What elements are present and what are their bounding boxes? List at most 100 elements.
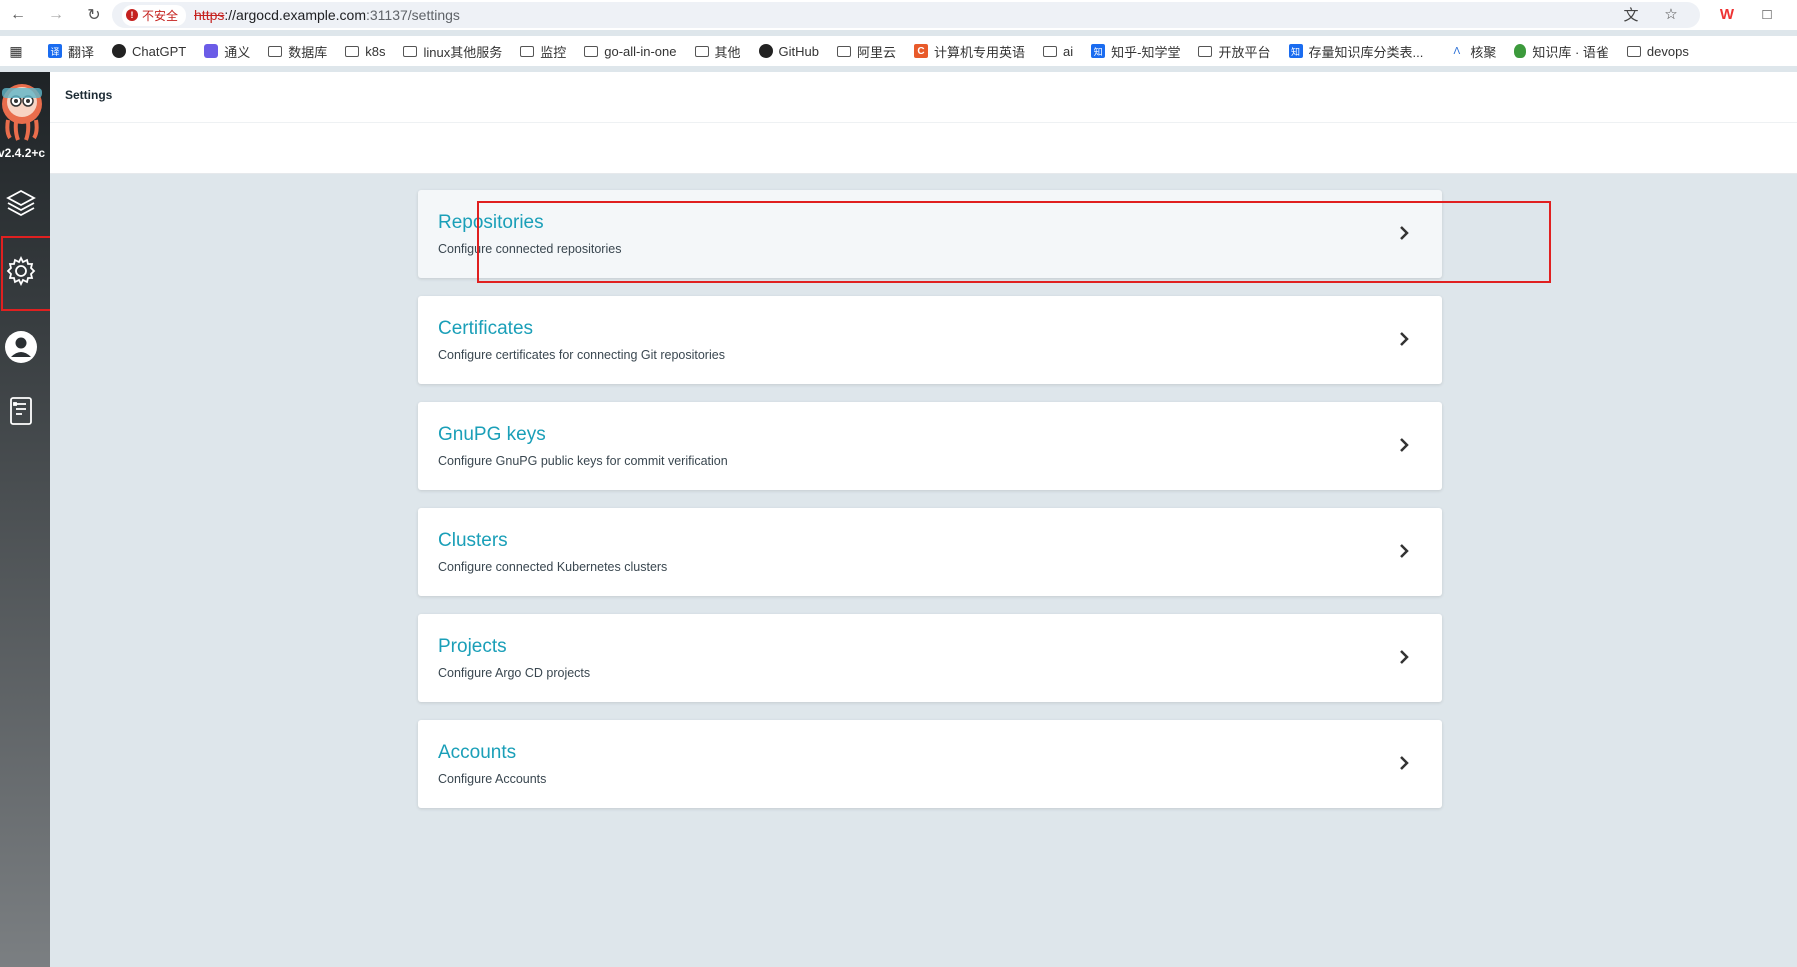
- forward-icon[interactable]: →: [46, 5, 66, 25]
- address-bar[interactable]: ! 不安全 https://argocd.example.com:31137/se…: [112, 2, 1700, 28]
- folder-icon: [1198, 45, 1213, 57]
- bookmark-item[interactable]: GitHub: [758, 43, 819, 59]
- bookmark-item[interactable]: 监控: [520, 42, 566, 61]
- translate-icon: 译: [48, 44, 62, 58]
- folder-icon: [403, 45, 418, 57]
- bookmark-item[interactable]: 开放平台: [1198, 42, 1271, 61]
- bookmark-item[interactable]: k8s: [345, 44, 385, 59]
- bookmark-label: 数据库: [288, 44, 328, 60]
- app-sidebar: v2.4.2+c: [0, 72, 50, 967]
- page-title: Settings: [65, 88, 113, 102]
- folder-icon: [1043, 45, 1058, 57]
- chatgpt-icon: [112, 44, 127, 58]
- bookmark-item[interactable]: devops: [1626, 43, 1689, 59]
- folder-icon: [345, 45, 360, 57]
- yuque-icon: [1514, 44, 1527, 58]
- argo-logo-icon[interactable]: [0, 82, 44, 142]
- settings-item-title: Clusters: [438, 530, 508, 551]
- bookmark-label: 开放平台: [1218, 44, 1271, 60]
- folder-icon: [836, 45, 851, 57]
- insecure-badge[interactable]: ! 不安全: [122, 4, 187, 26]
- bookmark-item[interactable]: 知知乎-知学堂: [1091, 42, 1180, 61]
- settings-item-clusters[interactable]: Clusters Configure connected Kubernetes …: [418, 508, 1442, 596]
- settings-item-projects[interactable]: Projects Configure Argo CD projects: [418, 614, 1442, 702]
- repositories-highlight-box: [477, 201, 1551, 283]
- settings-item-title: GnuPG keys: [438, 424, 546, 445]
- chevron-right-icon: [1400, 544, 1409, 558]
- chevron-right-icon: [1400, 756, 1409, 770]
- documentation-icon[interactable]: [4, 394, 38, 428]
- back-icon[interactable]: ←: [8, 5, 28, 25]
- bookmark-item[interactable]: 知存量知识库分类表...: [1288, 42, 1424, 61]
- reload-icon[interactable]: ↻: [84, 5, 104, 25]
- bookmark-item[interactable]: 知识库 · 语雀: [1514, 42, 1609, 61]
- bookmark-label: GitHub: [778, 43, 819, 59]
- header-divider: [50, 122, 1797, 123]
- folder-icon: [694, 45, 709, 57]
- bookmark-label: k8s: [365, 43, 386, 59]
- github-icon: [758, 44, 773, 58]
- zhihu-icon: 知: [1288, 44, 1303, 58]
- bookmark-label: linux其他服务: [423, 44, 503, 60]
- apps-grid[interactable]: ▦: [8, 42, 30, 59]
- settings-item-title: Accounts: [438, 742, 517, 763]
- bookmark-label: 计算机专用英语: [934, 44, 1026, 60]
- bookmark-item[interactable]: 译翻译: [48, 42, 94, 61]
- bookmark-star-icon[interactable]: ☆: [1661, 4, 1681, 24]
- folder-icon: [1626, 45, 1641, 57]
- url-host: ://argocd.example.com: [224, 7, 366, 23]
- bookmark-label: 知识库 · 语雀: [1532, 44, 1609, 60]
- bookmark-label: 阿里云: [856, 44, 896, 60]
- bookmark-item[interactable]: 其他: [694, 42, 741, 61]
- zhihu-icon: 知: [1091, 44, 1106, 58]
- insecure-label: 不安全: [142, 8, 179, 23]
- bookmark-item[interactable]: ChatGPT: [112, 44, 186, 59]
- apps-grid-icon: ▦: [9, 42, 23, 59]
- browser-actions: 文 ☆ W □: [1621, 4, 1777, 24]
- bookmark-label: 存量知识库分类表...: [1308, 44, 1424, 60]
- bookmarks-bar: ▦ 译翻译 ChatGPT 通义 数据库 k8s linux其他服务 监控 go…: [0, 36, 1797, 66]
- chevron-right-icon: [1400, 438, 1409, 452]
- tongyi-icon: [204, 44, 219, 58]
- settings-item-title: Certificates: [438, 318, 534, 339]
- warning-icon: !: [126, 9, 138, 21]
- settings-item-description: Configure Accounts: [438, 772, 547, 786]
- bookmark-label: 其他: [714, 44, 741, 60]
- c-icon: C: [914, 44, 928, 58]
- settings-item-gnupg-keys[interactable]: GnuPG keys Configure GnuPG public keys f…: [418, 402, 1442, 490]
- settings-item-description: Configure certificates for connecting Gi…: [438, 348, 725, 362]
- bookmark-item[interactable]: C 计算机专用英语: [914, 42, 1025, 61]
- settings-item-accounts[interactable]: Accounts Configure Accounts: [418, 720, 1442, 808]
- settings-item-certificates[interactable]: Certificates Configure certificates for …: [418, 296, 1442, 384]
- applications-icon[interactable]: [4, 186, 38, 220]
- bookmark-item[interactable]: 数据库: [268, 42, 327, 61]
- bookmark-item[interactable]: 阿里云: [836, 42, 896, 61]
- settings-item-description: Configure Argo CD projects: [438, 666, 591, 680]
- bookmark-item[interactable]: Λ 核聚: [1449, 42, 1497, 61]
- user-info-icon[interactable]: [4, 330, 38, 364]
- version-label: v2.4.2+c: [0, 146, 46, 160]
- url-scheme: https: [194, 7, 225, 23]
- bookmark-label: devops: [1646, 43, 1689, 59]
- folder-icon: [520, 45, 535, 57]
- chevron-right-icon: [1400, 650, 1409, 664]
- url-path: :31137/settings: [366, 7, 460, 23]
- bookmark-label: ChatGPT: [132, 43, 187, 59]
- hejv-icon: Λ: [1453, 45, 1461, 57]
- bookmark-label: 监控: [540, 44, 567, 60]
- bookmark-label: ai: [1063, 43, 1074, 59]
- folder-icon: [268, 45, 283, 57]
- bookmark-label: 核聚: [1470, 44, 1497, 60]
- wps-extension-icon[interactable]: W: [1717, 4, 1737, 24]
- bookmark-item[interactable]: go-all-in-one: [584, 43, 677, 59]
- bookmark-item[interactable]: 通义: [204, 42, 250, 61]
- bookmark-item[interactable]: linux其他服务: [403, 42, 502, 61]
- page-header: Settings: [50, 72, 1797, 174]
- translate-page-icon[interactable]: 文: [1621, 4, 1641, 24]
- extensions-icon[interactable]: □: [1757, 4, 1777, 24]
- folder-icon: [584, 45, 599, 57]
- chevron-right-icon: [1400, 332, 1409, 346]
- bookmark-item[interactable]: ai: [1043, 44, 1073, 59]
- bookmark-label: go-all-in-one: [604, 43, 677, 59]
- bookmark-label: 翻译: [68, 44, 95, 60]
